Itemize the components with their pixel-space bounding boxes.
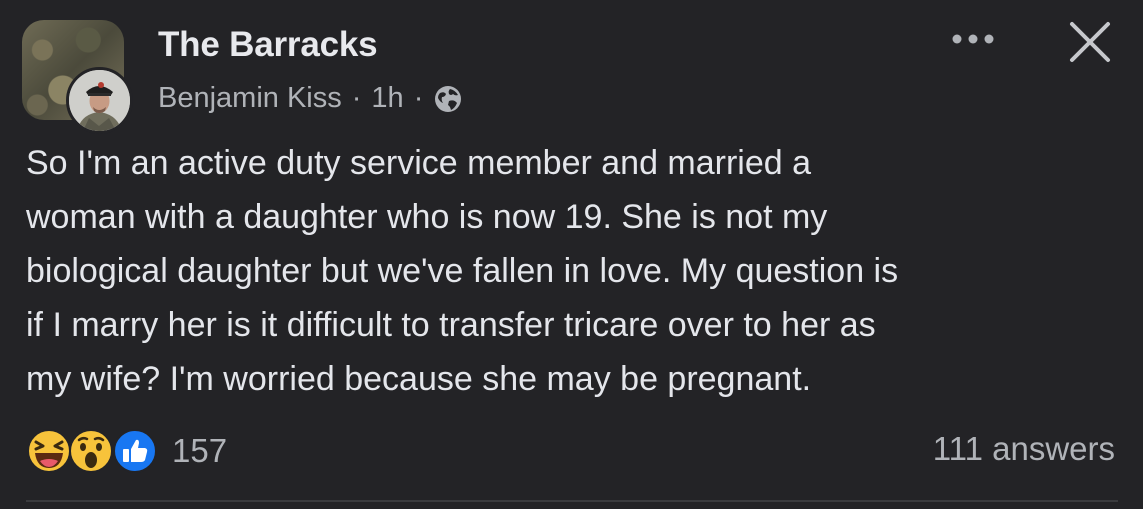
author-name[interactable]: Benjamin Kiss (158, 82, 342, 115)
meta-separator: · (413, 82, 424, 114)
author-avatar[interactable] (66, 67, 133, 134)
haha-reaction-icon (27, 429, 71, 473)
close-icon[interactable] (1066, 18, 1114, 66)
group-name[interactable]: The Barracks (158, 25, 378, 65)
post-meta: Benjamin Kiss · 1h · (158, 82, 463, 115)
more-options-icon[interactable] (948, 24, 998, 54)
reaction-count: 157 (172, 432, 228, 469)
answers-count[interactable]: 111 answers (933, 430, 1115, 468)
globe-icon (433, 84, 463, 114)
divider (26, 500, 1118, 502)
author-photo (69, 70, 130, 131)
post-body: So I'm an active duty service member and… (26, 144, 899, 398)
post-card: The Barracks Benjamin Kiss · 1h · So I'm… (0, 0, 1143, 509)
like-reaction-icon (113, 429, 157, 473)
reaction-icons (26, 428, 160, 474)
post-time[interactable]: 1h (371, 82, 403, 115)
wow-reaction-icon (69, 429, 113, 473)
meta-separator: · (351, 82, 362, 114)
reactions-summary[interactable]: 157 (26, 428, 227, 474)
